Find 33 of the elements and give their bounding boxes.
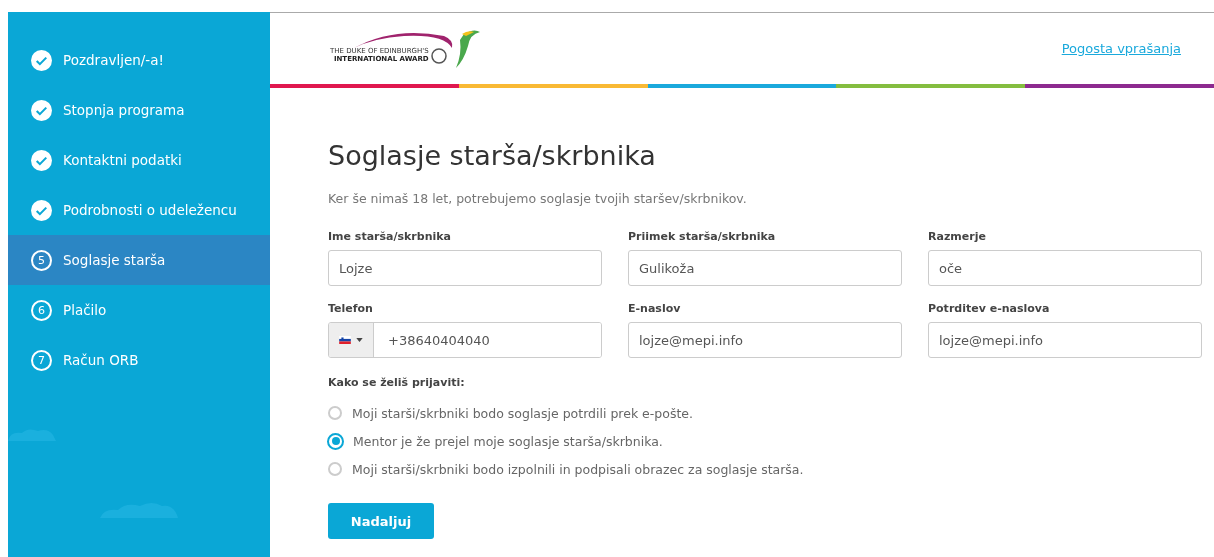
radio-button[interactable] (328, 462, 342, 476)
field-label: Potrditev e-naslova (928, 302, 1051, 315)
caret-icon (356, 338, 363, 342)
check-icon (31, 149, 52, 171)
question-label: Kako se želiš prijaviti: (328, 376, 466, 389)
input-field[interactable]: oče (928, 250, 1202, 286)
phone-field[interactable]: +38640404040 (328, 322, 602, 358)
option-label[interactable]: Moji starši/skrbniki bodo izpolnili in podpisali obrazec za soglasje starša. (352, 461, 804, 477)
step-number: 6 (31, 299, 52, 321)
sidebar-item[interactable]: 5 Soglasje starša (8, 235, 270, 285)
page-title: Soglasje starša/skrbnika (328, 140, 657, 171)
field-label: E-naslov (628, 302, 682, 315)
flag-icon (339, 336, 351, 344)
input-field[interactable]: lojze@mepi.info (928, 322, 1202, 358)
step-number: 5 (31, 249, 52, 271)
country-dropdown[interactable] (329, 323, 374, 357)
field-label: Telefon (328, 302, 374, 315)
input-field[interactable]: Lojze (328, 250, 602, 286)
check-icon (31, 199, 52, 221)
field-label: Razmerje (928, 230, 987, 243)
radio-button[interactable] (328, 406, 342, 420)
field-label: Priimek starša/skrbnika (628, 230, 777, 243)
cloud-drawing (8, 427, 58, 441)
radio-button[interactable] (327, 432, 344, 450)
input-field[interactable]: Gulikoža (628, 250, 902, 286)
option-label[interactable]: Mentor je že prejel moje soglasje starša/skrbnika. (353, 433, 663, 449)
field-label: Ime starša/skrbnika (328, 230, 452, 243)
step-number: 7 (31, 349, 52, 371)
check-icon (31, 99, 52, 121)
intro-text: Ker še nimaš 18 let, potrebujemo soglasje tvojih staršev/skrbnikov. (328, 191, 748, 206)
input-field[interactable]: lojze@mepi.info (628, 322, 902, 358)
option-label[interactable]: Moji starši/skrbniki bodo soglasje potrdili prek e-pošte. (352, 405, 693, 421)
check-icon (31, 49, 52, 71)
